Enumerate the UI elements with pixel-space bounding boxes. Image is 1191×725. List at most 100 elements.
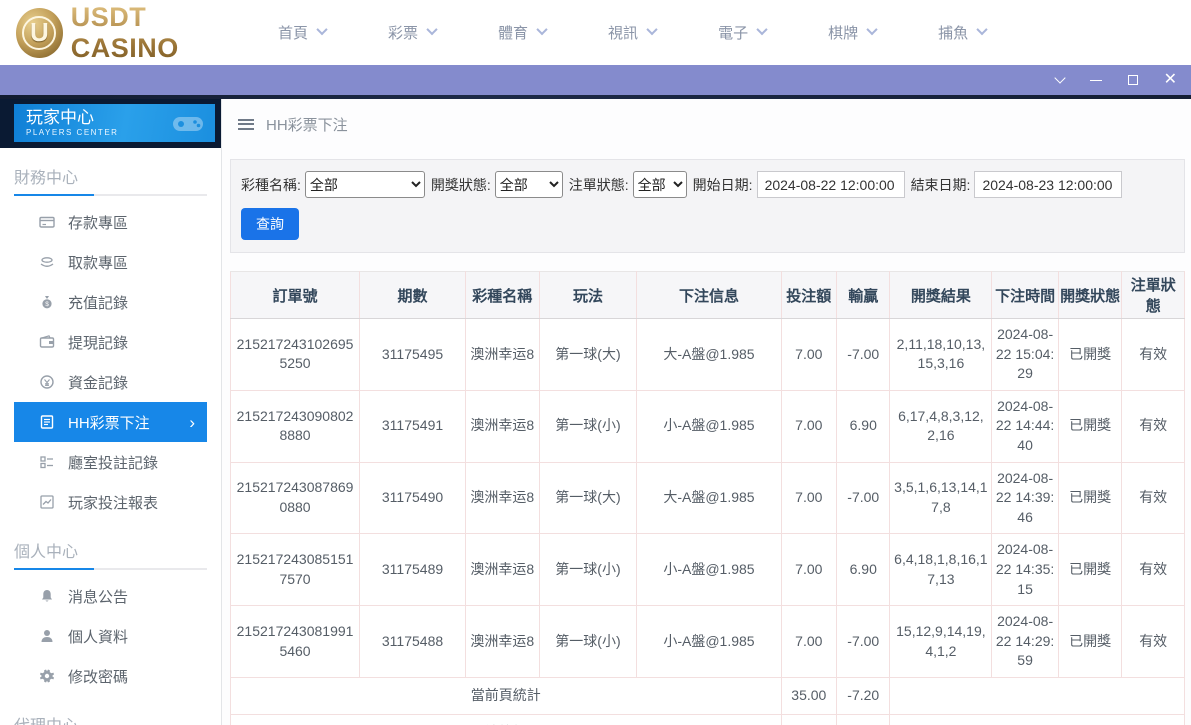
order-status-label: 注單狀態: (569, 175, 629, 195)
nav-item-lottery[interactable]: 彩票 (388, 22, 436, 43)
nav-item-slots[interactable]: 電子 (718, 22, 766, 43)
sidebar-item-change-password[interactable]: 修改密碼 (0, 656, 221, 696)
sidebar-item-label: 資金記錄 (68, 372, 128, 393)
person-icon (38, 628, 55, 644)
cell-draw-result: 3,5,1,6,13,14,17,8 (890, 462, 992, 534)
players-center-title: 玩家中心 (26, 109, 118, 128)
app-window: U USDT CASINO 首頁 彩票 體育 視訊 電子 (0, 0, 1191, 725)
sidebar-item-hh-lottery-bets[interactable]: HH彩票下注 › (14, 402, 207, 442)
nav-item-cards[interactable]: 棋牌 (828, 22, 876, 43)
order-status-select[interactable]: 全部 (633, 171, 687, 198)
sidebar-item-withdrawal-records[interactable]: 提現記錄 (0, 322, 221, 362)
cell-play-type: 第一球(大) (539, 462, 637, 534)
sidebar-item-player-bet-report[interactable]: 玩家投注報表 (0, 482, 221, 522)
cell-period: 31175489 (360, 534, 466, 606)
sidebar-item-recharge-records[interactable]: $ 充值記錄 (0, 282, 221, 322)
end-date-label: 結束日期: (911, 175, 971, 195)
sidebar-item-fund-records[interactable]: 資金記錄 (0, 362, 221, 402)
chevron-down-icon (316, 24, 327, 35)
cell-order-status: 有效 (1122, 390, 1185, 462)
nav-label: 棋牌 (828, 22, 858, 43)
chevron-down-icon (756, 24, 767, 35)
gear-icon (38, 668, 55, 684)
end-date-input[interactable] (974, 171, 1122, 198)
sidebar-item-label: 玩家投注報表 (68, 492, 158, 513)
cell-play-type: 第一球(小) (539, 606, 637, 678)
nav-label: 捕魚 (938, 22, 968, 43)
search-button[interactable]: 查詢 (241, 208, 299, 240)
col-lottery-name: 彩種名稱 (465, 272, 539, 319)
section-underline (14, 568, 207, 570)
sidebar-header: 玩家中心 PLAYERS CENTER (0, 99, 221, 148)
col-bet-amount: 投注額 (781, 272, 836, 319)
lottery-name-select[interactable]: 全部 (305, 171, 425, 198)
window-titlebar[interactable]: ✕ (0, 65, 1191, 95)
document-icon (38, 414, 55, 430)
cell-order-no: 2152172430851517570 (231, 534, 360, 606)
hamburger-menu-icon[interactable] (238, 119, 254, 130)
cell-order-no: 2152172431026955250 (231, 319, 360, 391)
col-bet-time: 下注時間 (992, 272, 1059, 319)
list-icon (38, 454, 55, 470)
col-order-no: 訂單號 (231, 272, 360, 319)
chevron-down-icon (646, 24, 657, 35)
cell-bet-time: 2024-08-22 14:39:46 (992, 462, 1059, 534)
table-header-row: 訂單號 期數 彩種名稱 玩法 下注信息 投注額 輸贏 開獎結果 下注時間 開獎狀… (231, 272, 1185, 319)
brand-logo-icon: U (16, 8, 63, 58)
brand-logo[interactable]: U USDT CASINO (0, 2, 250, 64)
cell-draw-status: 已開獎 (1058, 390, 1122, 462)
cell-bet-amount: 7.00 (781, 319, 836, 391)
chevron-down-icon (866, 24, 877, 35)
withdraw-hand-icon (38, 254, 55, 270)
col-winloss: 輸贏 (837, 272, 890, 319)
report-chart-icon (38, 494, 55, 510)
sidebar-item-announcements[interactable]: 消息公告 (0, 576, 221, 616)
page-summary-empty (890, 677, 1185, 714)
nav-item-live[interactable]: 視訊 (608, 22, 656, 43)
section-heading-finance: 財務中心 (0, 148, 221, 194)
svg-text:$: $ (45, 301, 49, 308)
coin-icon (38, 374, 55, 390)
nav-label: 體育 (498, 22, 528, 43)
nav-label: 首頁 (278, 22, 308, 43)
cell-bet-amount: 7.00 (781, 534, 836, 606)
cell-period: 31175490 (360, 462, 466, 534)
cell-bet-info: 大-A盤@1.985 (637, 319, 781, 391)
sidebar-item-label: 個人資料 (68, 626, 128, 647)
sidebar-item-profile[interactable]: 個人資料 (0, 616, 221, 656)
cell-order-status: 有效 (1122, 462, 1185, 534)
draw-status-select[interactable]: 全部 (495, 171, 563, 198)
sidebar-item-deposit[interactable]: 存款專區 (0, 202, 221, 242)
breadcrumb: HH彩票下注 (230, 99, 1185, 149)
start-date-input[interactable] (757, 171, 905, 198)
cell-lottery-name: 澳洲幸运8 (465, 390, 539, 462)
sidebar-item-withdraw[interactable]: 取款專區 (0, 242, 221, 282)
gamepad-icon (171, 111, 205, 135)
cell-play-type: 第一球(大) (539, 319, 637, 391)
table-row: 2152172430819915460 31175488 澳洲幸运8 第一球(小… (231, 606, 1185, 678)
maximize-icon[interactable] (1128, 65, 1138, 95)
chevron-down-icon (536, 24, 547, 35)
titlebar-chevron-down-icon[interactable] (1056, 65, 1064, 95)
cell-period: 31175488 (360, 606, 466, 678)
col-bet-info: 下注信息 (637, 272, 781, 319)
nav-item-sports[interactable]: 體育 (498, 22, 546, 43)
sidebar-item-room-bet-records[interactable]: 廳室投註記錄 (0, 442, 221, 482)
site-nav: 首頁 彩票 體育 視訊 電子 棋牌 (278, 22, 1048, 43)
cell-play-type: 第一球(小) (539, 534, 637, 606)
sidebar-item-label: 存款專區 (68, 212, 128, 233)
cell-winloss: -7.00 (837, 319, 890, 391)
cell-order-status: 有效 (1122, 534, 1185, 606)
cell-draw-result: 6,4,18,1,8,16,17,13 (890, 534, 992, 606)
page-summary-bet-total: 35.00 (781, 677, 836, 714)
cell-draw-status: 已開獎 (1058, 462, 1122, 534)
nav-item-home[interactable]: 首頁 (278, 22, 326, 43)
cell-order-no: 2152172430878690880 (231, 462, 360, 534)
nav-item-fishing[interactable]: 捕魚 (938, 22, 986, 43)
chevron-right-icon: › (189, 414, 195, 431)
minimize-icon[interactable] (1090, 65, 1102, 95)
cell-winloss: 6.90 (837, 390, 890, 462)
close-icon[interactable]: ✕ (1164, 65, 1177, 95)
page-summary-winloss-total: -7.20 (837, 677, 890, 714)
cell-winloss: -7.00 (837, 462, 890, 534)
